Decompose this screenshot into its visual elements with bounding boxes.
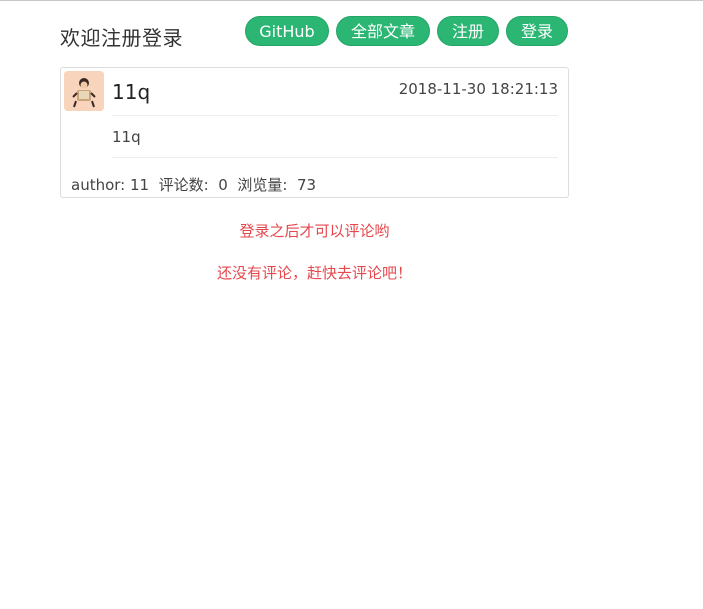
top-border <box>0 0 703 1</box>
no-comments-notice: 还没有评论，赶快去评论吧！ <box>216 264 412 282</box>
post-timestamp: 2018-11-30 18:21:13 <box>398 80 558 98</box>
login-button[interactable]: 登录 <box>506 16 568 46</box>
post-card: 11q 2018-11-30 18:21:13 11q author: 11 评… <box>60 67 569 198</box>
all-articles-button[interactable]: 全部文章 <box>336 16 430 46</box>
views-count: 73 <box>296 176 317 194</box>
comments-label: 评论数: <box>158 176 209 194</box>
divider <box>112 115 558 116</box>
register-button[interactable]: 注册 <box>437 16 499 46</box>
avatar-image <box>64 71 104 111</box>
author-label: author: <box>71 176 126 194</box>
post-body: 11q <box>112 128 141 146</box>
post-meta: author: 11 评论数: 0 浏览量: 73 <box>71 174 316 195</box>
avatar <box>64 71 104 111</box>
site-title: 欢迎注册登录 <box>60 26 183 50</box>
github-button[interactable]: GitHub <box>245 16 329 46</box>
views-label: 浏览量: <box>237 176 288 194</box>
login-required-notice: 登录之后才可以评论哟 <box>239 222 390 240</box>
post-title[interactable]: 11q <box>112 80 150 104</box>
author-value: 11 <box>130 176 150 194</box>
divider <box>112 157 558 158</box>
comments-count: 0 <box>218 176 228 194</box>
